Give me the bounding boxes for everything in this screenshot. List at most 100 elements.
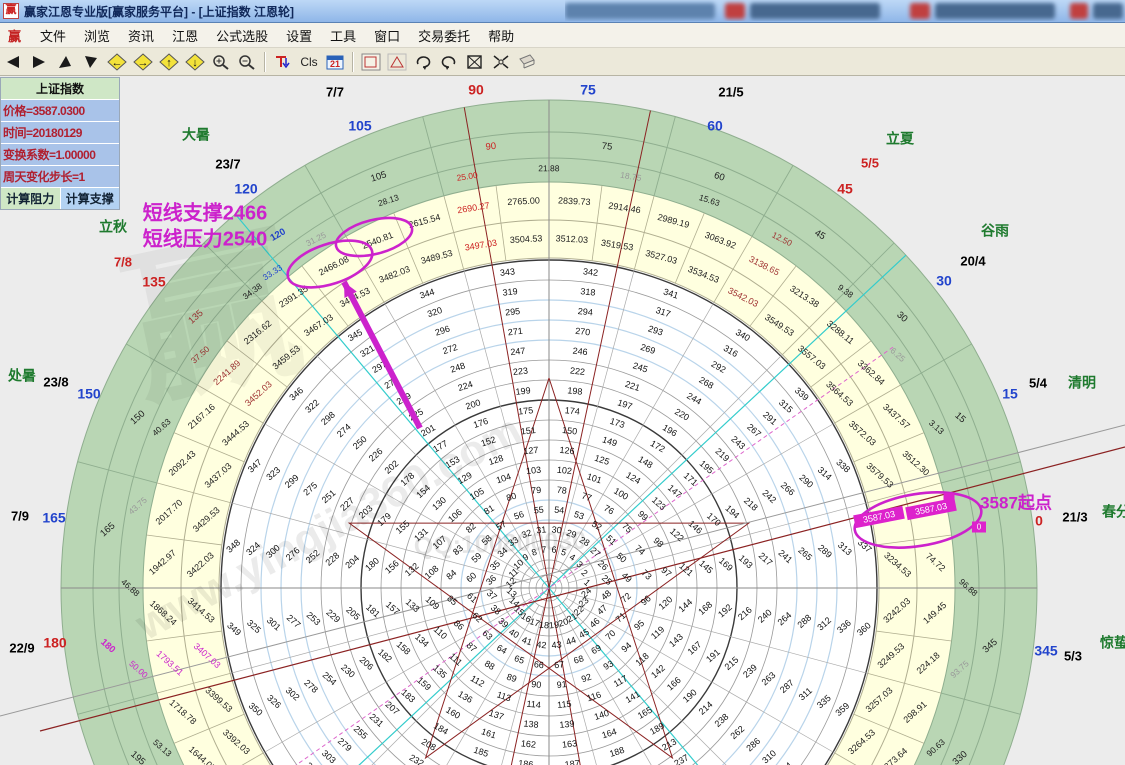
wheel-label: 90: [485, 141, 497, 153]
toolbar-separator: [264, 52, 266, 72]
time-axis-icon[interactable]: [271, 51, 295, 73]
wheel-label: 91: [556, 679, 567, 690]
cls-label: Cls: [300, 55, 317, 69]
degree-label: 165: [42, 510, 66, 526]
date-label: 23/7: [215, 156, 240, 171]
wheel-label: 247: [510, 346, 526, 358]
blurred-tab-shape: [565, 3, 715, 19]
svg-text:↓: ↓: [192, 57, 198, 69]
wheel-label: 223: [512, 365, 528, 377]
date-label: 5/5: [861, 155, 879, 170]
degree-label: 120: [234, 181, 258, 197]
cls-icon[interactable]: Cls: [297, 51, 321, 73]
triangle-tool-icon[interactable]: [385, 51, 409, 73]
blurred-tab-shape: [910, 3, 930, 19]
wheel-label: 55: [533, 505, 544, 516]
arrow-right-icon[interactable]: [27, 51, 51, 73]
date-label: 22/9: [9, 640, 34, 655]
wheel-label: 2839.73: [558, 195, 591, 207]
menu-item-10[interactable]: 帮助: [479, 24, 523, 47]
wheel-label: 75: [601, 141, 613, 153]
diamond-up-icon[interactable]: ↑: [157, 51, 181, 73]
menu-item-2[interactable]: 浏览: [75, 24, 119, 47]
wheel-label: 115: [557, 699, 572, 710]
wheel-label: 343: [499, 266, 515, 278]
wheel-label: 295: [505, 306, 521, 318]
zoom-out-icon[interactable]: [235, 51, 259, 73]
solar-term-label: 大暑: [182, 127, 210, 143]
date-label: 5/3: [1064, 648, 1082, 663]
menu-item-5[interactable]: 公式选股: [207, 24, 277, 47]
degree-label: 30: [936, 273, 952, 289]
degree-label: 135: [142, 274, 166, 290]
degree-label: 60: [707, 118, 723, 134]
solar-term-label: 立秋: [99, 219, 128, 235]
menu-item-8[interactable]: 窗口: [365, 24, 409, 47]
square-tool-icon[interactable]: [359, 51, 383, 73]
menu-item-1[interactable]: 文件: [31, 24, 75, 47]
date-label: 5/4: [1029, 375, 1048, 390]
wheel-label: 187: [564, 758, 580, 765]
wheel-label: 90: [531, 679, 542, 690]
degree-label: 0: [1035, 513, 1043, 529]
degree-label: 15: [1002, 386, 1018, 402]
eraser-icon[interactable]: [515, 51, 539, 73]
menu-item-9[interactable]: 交易委托: [409, 24, 479, 47]
wheel-label: 163: [562, 738, 578, 750]
wheel-label: 162: [520, 738, 536, 750]
rotate-ccw-icon[interactable]: [437, 51, 461, 73]
wheel-label: 138: [523, 718, 539, 730]
wheel-label: 79: [531, 485, 542, 496]
solar-term-label: 谷雨: [981, 223, 1009, 239]
wheel-label: 54: [554, 505, 565, 516]
date-label: 7/9: [11, 508, 29, 523]
wheel-label: 199: [515, 385, 531, 397]
calc-resistance-button[interactable]: 计算阻力: [1, 188, 61, 209]
menu-item-3[interactable]: 资讯: [119, 24, 163, 47]
degree-label: 180: [43, 635, 67, 651]
box-x-icon[interactable]: [463, 51, 487, 73]
wheel-label: 319: [502, 286, 518, 298]
background-browser-tabs: [565, 0, 1125, 21]
diamond-right-icon[interactable]: →: [131, 51, 155, 73]
arrow-left-icon[interactable]: [1, 51, 25, 73]
wheel-label: 3504.53: [510, 233, 543, 245]
menu-item-4[interactable]: 江恩: [163, 24, 207, 47]
tool-bar: ← → ↑ ↓ Cls 21: [0, 48, 1125, 76]
diamond-down-icon[interactable]: ↓: [183, 51, 207, 73]
solar-term-label: 春分: [1101, 504, 1125, 520]
rotate-cw-icon[interactable]: [411, 51, 435, 73]
blurred-tab-shape: [725, 3, 745, 19]
menu-item-7[interactable]: 工具: [321, 24, 365, 47]
calendar-icon[interactable]: 21: [323, 51, 347, 73]
quote-panel: 上证指数 价格=3587.0300 时间=20180129 变换系数=1.000…: [0, 77, 120, 210]
diamond-left-icon[interactable]: ←: [105, 51, 129, 73]
solar-term-label: 处暑: [7, 368, 36, 384]
wheel-label: 151: [520, 425, 536, 437]
date-label: 7/7: [326, 84, 344, 99]
date-label: 7/8: [114, 254, 132, 269]
price-row: 价格=3587.0300: [1, 100, 119, 122]
menu-item-6[interactable]: 设置: [277, 24, 321, 47]
wheel-label: 150: [562, 425, 578, 437]
wheel-label: 126: [559, 445, 575, 457]
calc-support-button[interactable]: 计算支撑: [61, 188, 120, 209]
toolbar-separator: [352, 52, 354, 72]
arrow-down-icon[interactable]: [79, 51, 103, 73]
instrument-name: 上证指数: [1, 78, 119, 100]
date-label: 20/4: [960, 253, 986, 268]
wheel-label: 139: [559, 718, 575, 730]
fit-center-icon[interactable]: [489, 51, 513, 73]
zoom-in-icon[interactable]: [209, 51, 233, 73]
degree-label: 105: [348, 118, 372, 134]
wheel-label: 174: [564, 405, 580, 417]
date-label: 21/3: [1062, 509, 1087, 524]
title-bar[interactable]: 赢 赢家江恩专业版[赢家服务平台] - [上证指数 江恩轮]: [0, 0, 1125, 23]
svg-text:→: →: [138, 57, 149, 69]
gann-wheel-canvas[interactable]: 1234567891011121314151617181920212223242…: [0, 75, 1125, 765]
wheel-label: 2765.00: [507, 195, 540, 207]
arrow-up-icon[interactable]: [53, 51, 77, 73]
support-annotation: 短线支撑2466: [143, 200, 268, 224]
wheel-label: 78: [556, 485, 567, 496]
wheel-label: 0: [977, 523, 982, 532]
